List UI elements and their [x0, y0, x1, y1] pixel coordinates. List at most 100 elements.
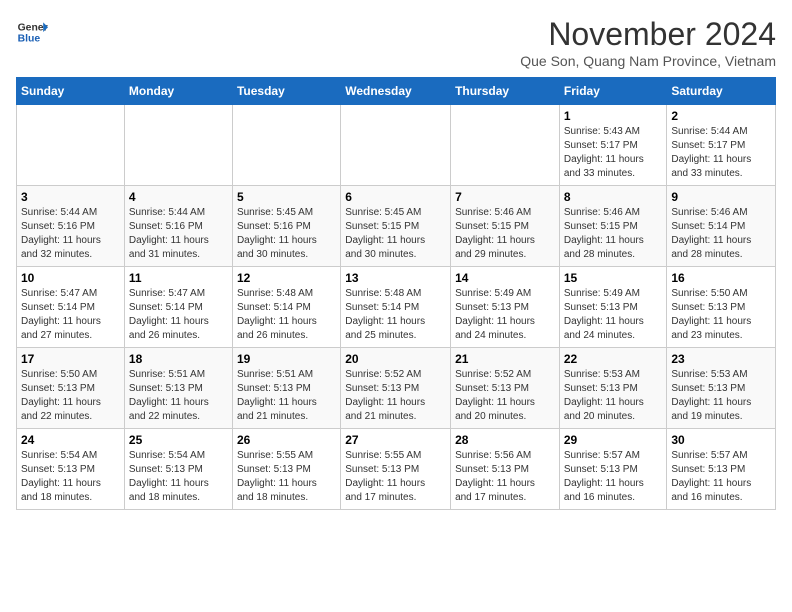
col-header-sunday: Sunday: [17, 78, 125, 105]
calendar-cell: 9 Sunrise: 5:46 AM Sunset: 5:14 PM Daylig…: [667, 186, 776, 267]
calendar-table: SundayMondayTuesdayWednesdayThursdayFrid…: [16, 77, 776, 510]
calendar-cell: 14Sunrise: 5:49 AM Sunset: 5:13 PM Dayli…: [451, 267, 560, 348]
day-info: Sunrise: 5:55 AM Sunset: 5:13 PM Dayligh…: [237, 449, 336, 505]
week-row-3: 10 Sunrise: 5:47 AM Sunset: 5:14 PM Dayli…: [17, 267, 776, 348]
day-number: 27: [345, 433, 446, 447]
calendar-cell: 21 Sunrise: 5:52 AM Sunset: 5:13 PM Dayli…: [451, 348, 560, 429]
col-header-monday: Monday: [124, 78, 232, 105]
day-number: 17: [21, 352, 120, 366]
day-number: 8: [564, 190, 663, 204]
calendar-cell: 12 Sunrise: 5:48 AM Sunset: 5:14 PM Dayli…: [232, 267, 340, 348]
day-info: Sunrise: 5:57 AM Sunset: 5:13 PM Dayligh…: [564, 449, 663, 505]
col-header-tuesday: Tuesday: [232, 78, 340, 105]
day-info: Sunrise: 5:52 AM Sunset: 5:13 PM Dayligh…: [345, 368, 446, 424]
calendar-cell: 25 Sunrise: 5:54 AM Sunset: 5:13 PM Dayli…: [124, 429, 232, 510]
day-number: 25: [129, 433, 228, 447]
calendar-cell: 6 Sunrise: 5:45 AM Sunset: 5:15 PM Daylig…: [341, 186, 451, 267]
day-info: Sunrise: 5:44 AM Sunset: 5:16 PM Dayligh…: [21, 206, 120, 262]
day-number: 13: [345, 271, 446, 285]
day-number: 5: [237, 190, 336, 204]
day-info: Sunrise: 5:51 AM Sunset: 5:13 PM Dayligh…: [237, 368, 336, 424]
col-header-thursday: Thursday: [451, 78, 560, 105]
calendar-cell: 4Sunrise: 5:44 AM Sunset: 5:16 PM Daylig…: [124, 186, 232, 267]
calendar-cell: [341, 105, 451, 186]
day-info: Sunrise: 5:46 AM Sunset: 5:15 PM Dayligh…: [455, 206, 555, 262]
month-title: November 2024: [520, 16, 776, 53]
calendar-cell: 18Sunrise: 5:51 AM Sunset: 5:13 PM Dayli…: [124, 348, 232, 429]
logo: General Blue: [16, 16, 48, 48]
day-info: Sunrise: 5:54 AM Sunset: 5:13 PM Dayligh…: [21, 449, 120, 505]
calendar-cell: 27 Sunrise: 5:55 AM Sunset: 5:13 PM Dayli…: [341, 429, 451, 510]
day-info: Sunrise: 5:45 AM Sunset: 5:15 PM Dayligh…: [345, 206, 446, 262]
calendar-cell: 20 Sunrise: 5:52 AM Sunset: 5:13 PM Dayli…: [341, 348, 451, 429]
day-number: 23: [671, 352, 771, 366]
day-number: 10: [21, 271, 120, 285]
title-block: November 2024 Que Son, Quang Nam Provinc…: [520, 16, 776, 69]
calendar-cell: 26 Sunrise: 5:55 AM Sunset: 5:13 PM Dayli…: [232, 429, 340, 510]
calendar-cell: 28Sunrise: 5:56 AM Sunset: 5:13 PM Dayli…: [451, 429, 560, 510]
day-number: 2: [671, 109, 771, 123]
logo-icon: General Blue: [16, 16, 48, 48]
svg-text:Blue: Blue: [18, 34, 41, 45]
day-number: 6: [345, 190, 446, 204]
day-number: 16: [671, 271, 771, 285]
day-number: 12: [237, 271, 336, 285]
calendar-cell: 29 Sunrise: 5:57 AM Sunset: 5:13 PM Dayli…: [559, 429, 667, 510]
day-number: 9: [671, 190, 771, 204]
day-number: 20: [345, 352, 446, 366]
page-header: General Blue November 2024 Que Son, Quan…: [16, 16, 776, 69]
day-info: Sunrise: 5:49 AM Sunset: 5:13 PM Dayligh…: [455, 287, 555, 343]
calendar-cell: 2 Sunrise: 5:44 AM Sunset: 5:17 PM Daylig…: [667, 105, 776, 186]
day-number: 28: [455, 433, 555, 447]
calendar-cell: 23 Sunrise: 5:53 AM Sunset: 5:13 PM Dayli…: [667, 348, 776, 429]
calendar-cell: [232, 105, 340, 186]
day-info: Sunrise: 5:46 AM Sunset: 5:14 PM Dayligh…: [671, 206, 771, 262]
calendar-cell: [124, 105, 232, 186]
day-info: Sunrise: 5:57 AM Sunset: 5:13 PM Dayligh…: [671, 449, 771, 505]
day-number: 3: [21, 190, 120, 204]
day-number: 11: [129, 271, 228, 285]
day-number: 1: [564, 109, 663, 123]
day-number: 22: [564, 352, 663, 366]
day-number: 21: [455, 352, 555, 366]
calendar-cell: 17 Sunrise: 5:50 AM Sunset: 5:13 PM Dayli…: [17, 348, 125, 429]
calendar-cell: 1 Sunrise: 5:43 AM Sunset: 5:17 PM Daylig…: [559, 105, 667, 186]
day-info: Sunrise: 5:53 AM Sunset: 5:13 PM Dayligh…: [564, 368, 663, 424]
calendar-cell: 3 Sunrise: 5:44 AM Sunset: 5:16 PM Daylig…: [17, 186, 125, 267]
day-info: Sunrise: 5:54 AM Sunset: 5:13 PM Dayligh…: [129, 449, 228, 505]
day-info: Sunrise: 5:53 AM Sunset: 5:13 PM Dayligh…: [671, 368, 771, 424]
calendar-cell: 30 Sunrise: 5:57 AM Sunset: 5:13 PM Dayli…: [667, 429, 776, 510]
day-info: Sunrise: 5:55 AM Sunset: 5:13 PM Dayligh…: [345, 449, 446, 505]
day-number: 19: [237, 352, 336, 366]
day-info: Sunrise: 5:50 AM Sunset: 5:13 PM Dayligh…: [21, 368, 120, 424]
calendar-cell: 19 Sunrise: 5:51 AM Sunset: 5:13 PM Dayli…: [232, 348, 340, 429]
calendar-cell: 8 Sunrise: 5:46 AM Sunset: 5:15 PM Daylig…: [559, 186, 667, 267]
calendar-cell: 10Sunrise: 5:47 AM Sunset: 5:14 PM Dayli…: [17, 267, 125, 348]
day-info: Sunrise: 5:46 AM Sunset: 5:15 PM Dayligh…: [564, 206, 663, 262]
day-info: Sunrise: 5:49 AM Sunset: 5:13 PM Dayligh…: [564, 287, 663, 343]
week-row-5: 24Sunrise: 5:54 AM Sunset: 5:13 PM Dayli…: [17, 429, 776, 510]
day-number: 30: [671, 433, 771, 447]
week-row-4: 17 Sunrise: 5:50 AM Sunset: 5:13 PM Dayli…: [17, 348, 776, 429]
day-info: Sunrise: 5:47 AM Sunset: 5:14 PM Dayligh…: [129, 287, 228, 343]
day-number: 15: [564, 271, 663, 285]
day-info: Sunrise: 5:45 AM Sunset: 5:16 PM Dayligh…: [237, 206, 336, 262]
calendar-cell: 5 Sunrise: 5:45 AM Sunset: 5:16 PM Daylig…: [232, 186, 340, 267]
day-info: Sunrise: 5:43 AM Sunset: 5:17 PM Dayligh…: [564, 125, 663, 181]
day-info: Sunrise: 5:52 AM Sunset: 5:13 PM Dayligh…: [455, 368, 555, 424]
calendar-cell: 22 Sunrise: 5:53 AM Sunset: 5:13 PM Dayli…: [559, 348, 667, 429]
day-number: 26: [237, 433, 336, 447]
day-info: Sunrise: 5:48 AM Sunset: 5:14 PM Dayligh…: [237, 287, 336, 343]
week-row-2: 3 Sunrise: 5:44 AM Sunset: 5:16 PM Daylig…: [17, 186, 776, 267]
col-header-friday: Friday: [559, 78, 667, 105]
col-header-saturday: Saturday: [667, 78, 776, 105]
day-number: 18: [129, 352, 228, 366]
day-number: 29: [564, 433, 663, 447]
week-row-1: 1 Sunrise: 5:43 AM Sunset: 5:17 PM Daylig…: [17, 105, 776, 186]
calendar-cell: [17, 105, 125, 186]
day-info: Sunrise: 5:44 AM Sunset: 5:17 PM Dayligh…: [671, 125, 771, 181]
calendar-header-row: SundayMondayTuesdayWednesdayThursdayFrid…: [17, 78, 776, 105]
calendar-cell: 16Sunrise: 5:50 AM Sunset: 5:13 PM Dayli…: [667, 267, 776, 348]
calendar-cell: [451, 105, 560, 186]
day-number: 7: [455, 190, 555, 204]
